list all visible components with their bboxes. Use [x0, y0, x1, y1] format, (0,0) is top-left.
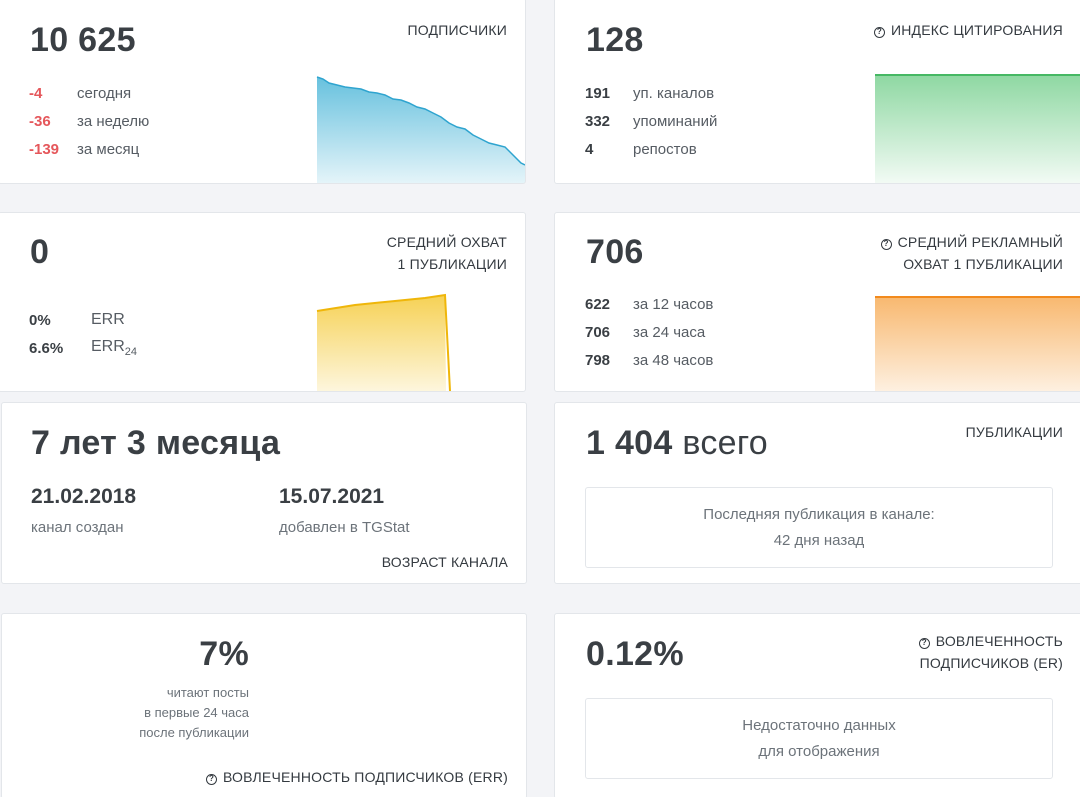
er-card: 0.12% ? ВОВЛЕЧЕННОСТЬ ПОДПИСЧИКОВ (ER) Нед… — [554, 613, 1080, 797]
ad-reach-row-24h: 706 за 24 часа — [585, 323, 706, 341]
age-value: 7 лет 3 месяца — [31, 424, 281, 462]
ad-reach-card: 706 ? СРЕДНИЙ РЕКЛАМНЫЙ ОХВАТ 1 ПУБЛИКАЦИИ… — [554, 212, 1080, 392]
subscribers-value: 10 625 — [30, 21, 136, 59]
err24-note: читают посты в первые 24 часа после публ… — [139, 685, 249, 740]
age-title[interactable]: ВОЗРАСТ КАНАЛА — [382, 551, 508, 573]
ad-reach-row-12h: 622 за 12 часов — [585, 295, 714, 313]
created-date: 21.02.2018 — [31, 485, 137, 508]
citation-card: 128 ? ИНДЕКС ЦИТИРОВАНИЯ 191 уп. каналов 3… — [554, 0, 1080, 184]
citation-row-mentions: 332 упоминаний — [585, 112, 718, 130]
subscribers-sparkline — [316, 76, 525, 183]
question-circle-icon[interactable]: ? — [873, 27, 885, 38]
reach-sparkline — [316, 293, 451, 391]
reach-row-err24: 6.6% ERR24 — [29, 337, 138, 359]
question-circle-icon[interactable]: ? — [205, 774, 217, 785]
created-label: канал создан — [31, 519, 124, 536]
subscribers-title[interactable]: ПОДПИСЧИКИ — [407, 19, 507, 41]
age-card: 7 лет 3 месяца 21.02.2018 канал создан 1… — [1, 402, 527, 584]
citation-title[interactable]: ? ИНДЕКС ЦИТИРОВАНИЯ — [873, 19, 1063, 41]
subscribers-card: 10 625 ПОДПИСЧИКИ -4 сегодня -36 за неделю… — [0, 0, 526, 184]
added-date: 15.07.2021 — [279, 485, 385, 508]
question-circle-icon[interactable]: ? — [880, 239, 892, 250]
er-title[interactable]: ? ВОВЛЕЧЕННОСТЬ ПОДПИСЧИКОВ (ER) — [918, 630, 1063, 674]
subscribers-row-month: -139 за месяц — [29, 140, 140, 158]
citation-value: 128 — [586, 21, 644, 59]
citation-row-reposts: 4 репостов — [585, 140, 697, 158]
publications-suffix: всего — [682, 424, 768, 462]
citation-row-channels: 191 уп. каналов — [585, 84, 715, 102]
subscribers-row-week: -36 за неделю — [29, 112, 150, 130]
ad-reach-sparkline — [875, 296, 1080, 391]
last-publication-label: Последняя публикация в канале: — [703, 505, 935, 523]
last-publication-box: Последняя публикация в канале: 42 дня на… — [585, 487, 1053, 568]
citation-sparkline — [875, 74, 1080, 183]
err24-value: 7% — [199, 635, 249, 673]
err-card: 7% читают посты в первые 24 часа после п… — [1, 613, 527, 797]
question-circle-icon[interactable]: ? — [918, 638, 930, 649]
er-no-data-box: Недостаточно данных для отображения — [585, 698, 1053, 779]
ad-reach-value: 706 — [586, 233, 644, 271]
subscribers-row-today: -4 сегодня — [29, 84, 132, 102]
reach-row-err: 0% ERR — [29, 311, 125, 329]
added-label: добавлен в TGStat — [279, 519, 410, 536]
reach-card: 0 СРЕДНИЙ ОХВАТ 1 ПУБЛИКАЦИИ 0% ERR 6.6% ER… — [0, 212, 526, 392]
reach-title[interactable]: СРЕДНИЙ ОХВАТ 1 ПУБЛИКАЦИИ — [387, 231, 507, 275]
reach-value: 0 — [30, 233, 50, 271]
err-footer-title[interactable]: ? ВОВЛЕЧЕННОСТЬ ПОДПИСЧИКОВ (ERR) — [205, 766, 508, 788]
ad-reach-row-48h: 798 за 48 часов — [585, 351, 714, 369]
publications-value: 1 404 всего — [586, 424, 768, 462]
ad-reach-title[interactable]: ? СРЕДНИЙ РЕКЛАМНЫЙ ОХВАТ 1 ПУБЛИКАЦИИ — [880, 231, 1063, 275]
publications-card: 1 404 всего ПУБЛИКАЦИИ Последняя публика… — [554, 402, 1080, 584]
publications-title[interactable]: ПУБЛИКАЦИИ — [966, 421, 1063, 443]
last-publication-value: 42 дня назад — [773, 531, 865, 549]
er-value: 0.12% — [586, 635, 684, 673]
